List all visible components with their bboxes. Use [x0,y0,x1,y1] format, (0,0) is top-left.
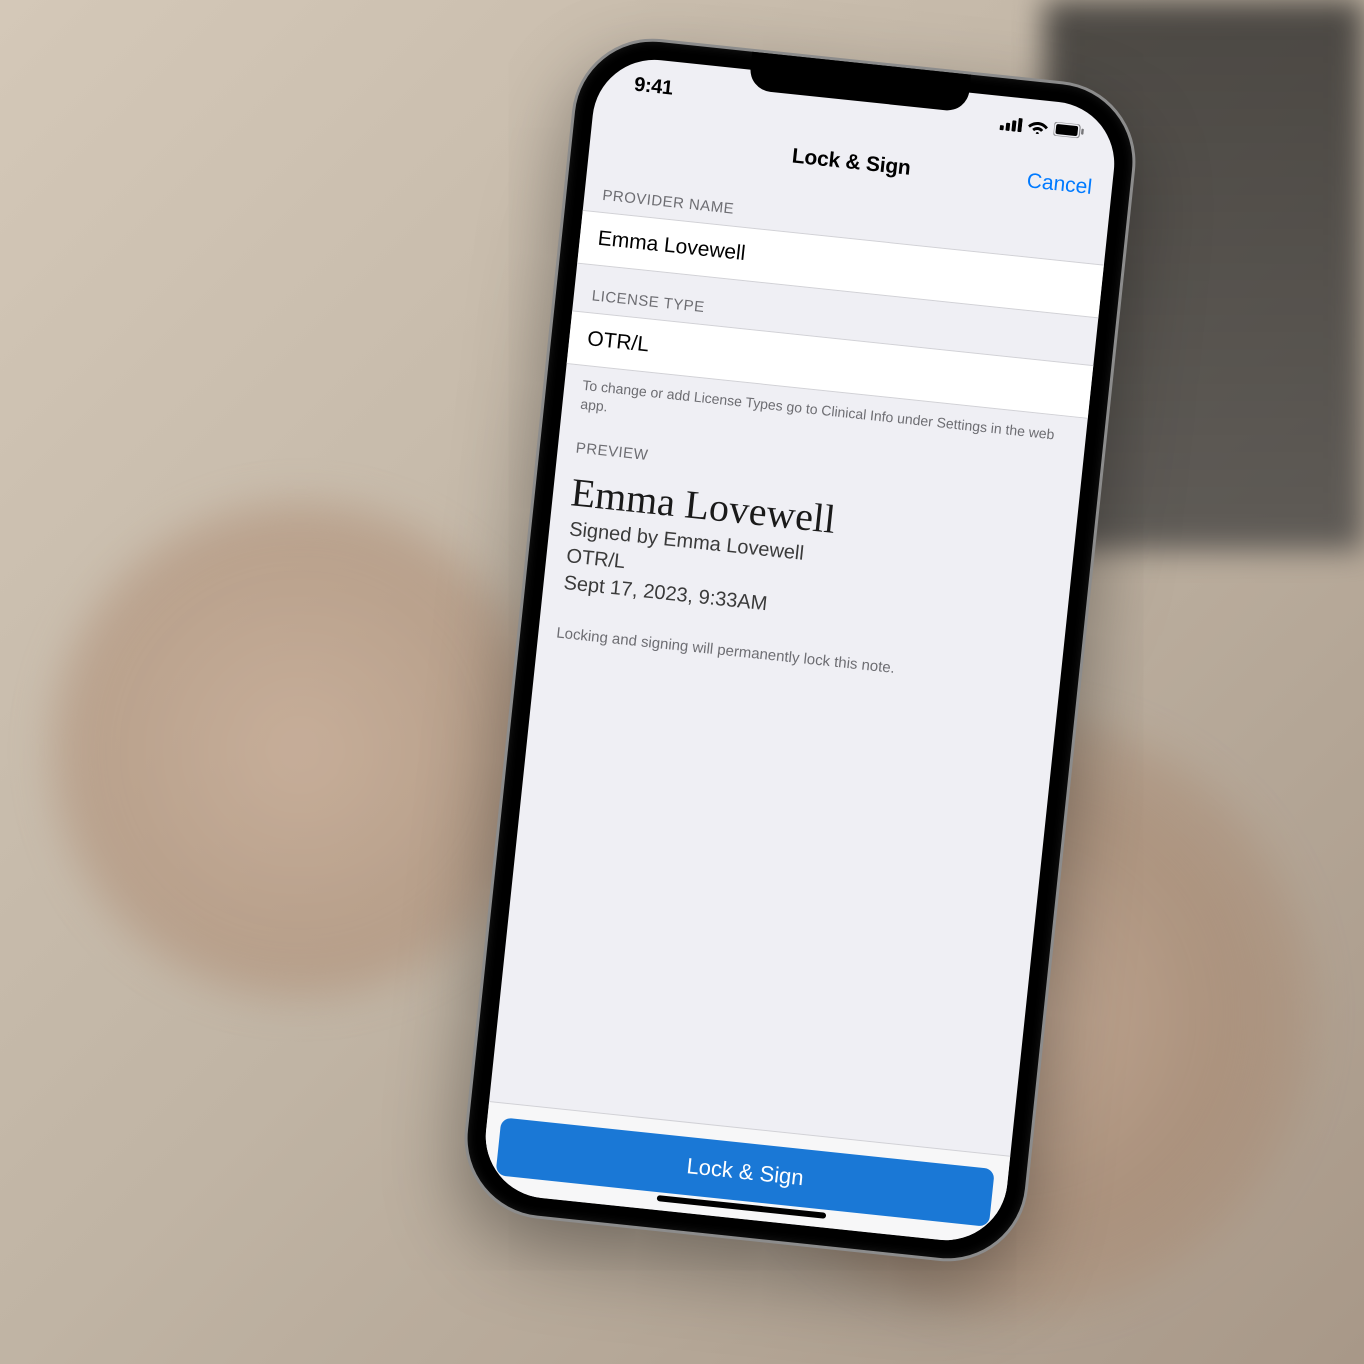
lock-and-sign-button[interactable]: Lock & Sign [495,1117,994,1227]
cancel-button[interactable]: Cancel [1026,169,1094,200]
screen: 9:41 Lock & Sign Cancel PROVIDER [480,54,1121,1247]
wifi-icon [1027,119,1048,135]
status-time: 9:41 [633,73,674,100]
signal-icon [999,116,1022,132]
page-title: Lock & Sign [791,145,912,181]
battery-icon [1053,122,1084,139]
